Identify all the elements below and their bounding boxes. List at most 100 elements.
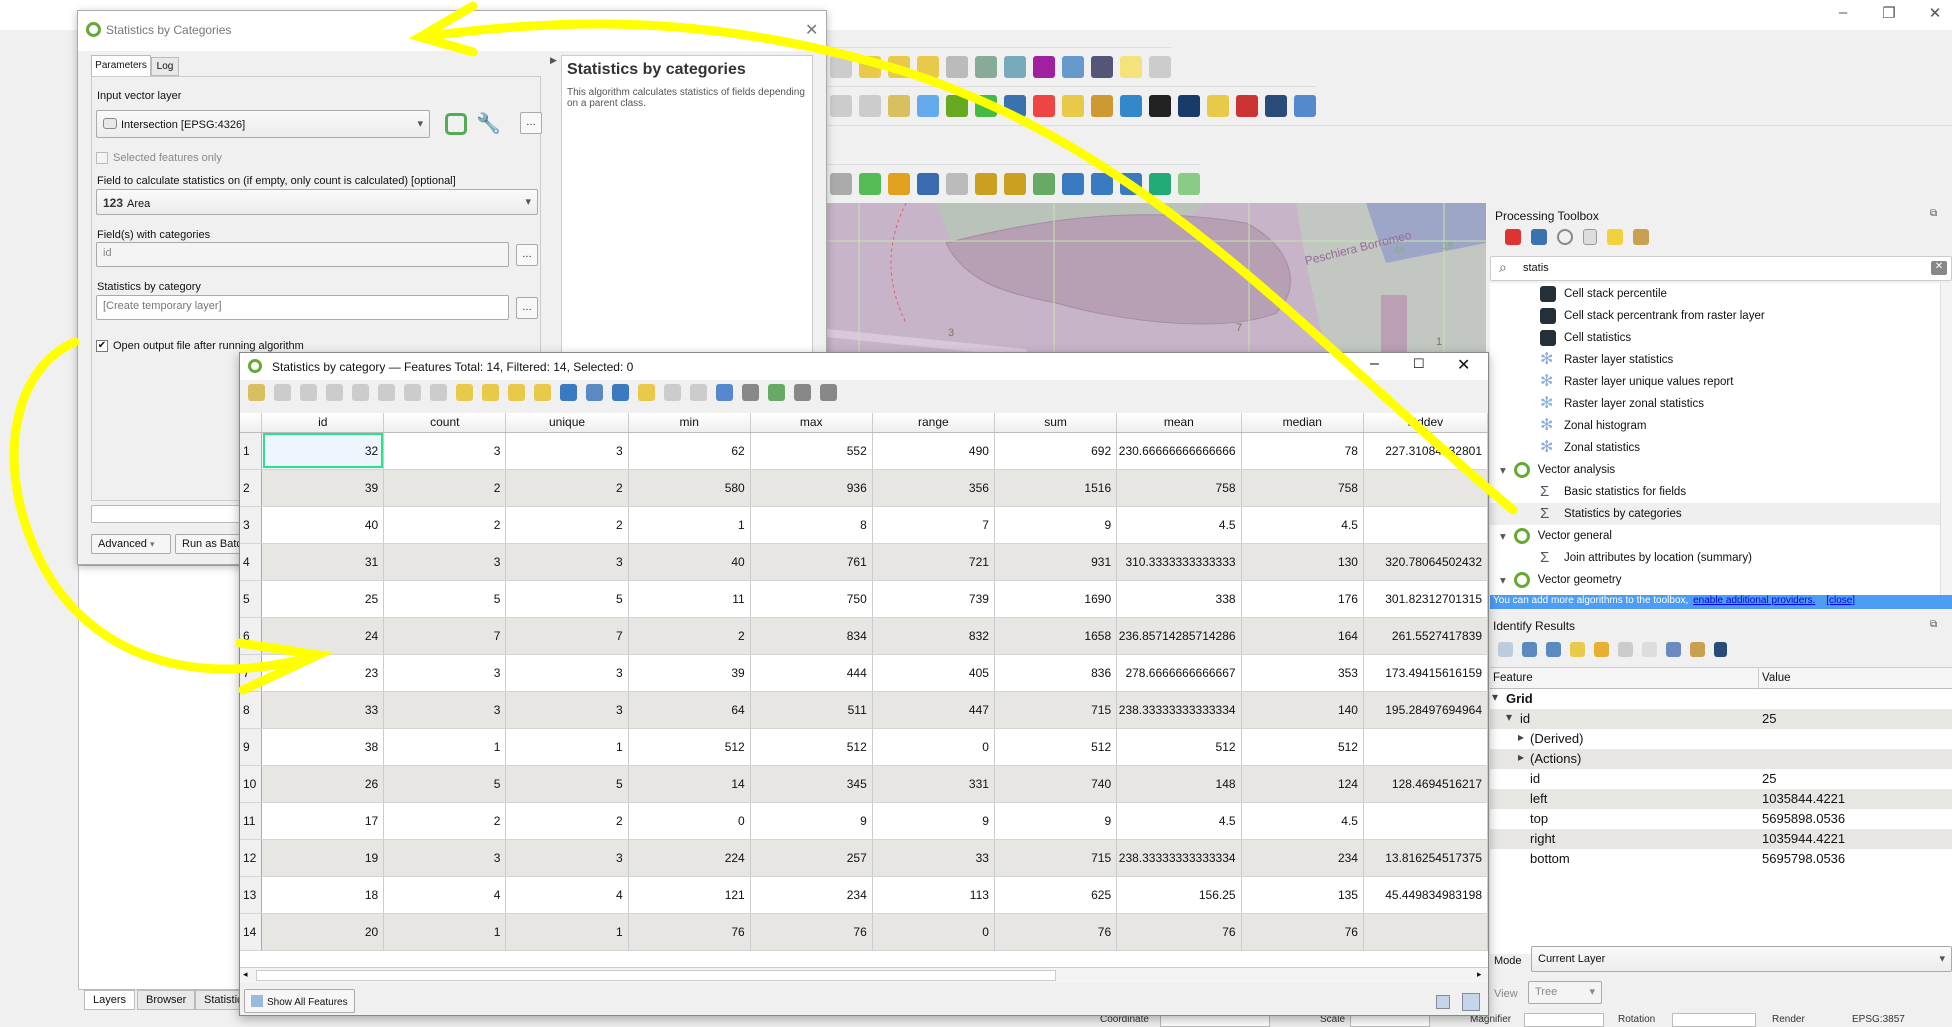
grid-icon[interactable]: [1149, 94, 1171, 117]
identify-row[interactable]: ▸ (Actions): [1490, 749, 1952, 769]
expand-arrow-icon[interactable]: ▸: [1518, 750, 1524, 764]
tab-layers[interactable]: Layers: [84, 990, 136, 1010]
cell-count[interactable]: 5: [383, 580, 507, 618]
cell-unique[interactable]: 3: [505, 543, 629, 581]
cell-min[interactable]: 62: [628, 432, 751, 470]
cell-count[interactable]: 2: [383, 469, 507, 507]
field-calculator-icon[interactable]: [716, 384, 733, 401]
cell-count[interactable]: 4: [383, 876, 507, 914]
cell-mean[interactable]: 310.3333333333333: [1116, 543, 1242, 581]
minimize-button[interactable]: –: [1828, 4, 1858, 21]
scroll-right-icon[interactable]: ▸: [1477, 969, 1482, 980]
cell-mean[interactable]: 4.5: [1116, 506, 1242, 544]
expression-select-icon[interactable]: [456, 384, 473, 401]
collapse-help-icon[interactable]: ▶: [550, 55, 557, 66]
cell-id[interactable]: 23: [261, 654, 385, 692]
cell-sum[interactable]: 512: [994, 728, 1118, 766]
rotation-field[interactable]: [1672, 1013, 1756, 1027]
table-row[interactable]: 9 38 1 1 512 512 0 512 512 512: [240, 728, 1488, 766]
cell-count[interactable]: 3: [383, 432, 507, 470]
copy-icon[interactable]: [1618, 642, 1633, 657]
table-row[interactable]: 2 39 2 2 580 936 356 1516 758 758: [240, 469, 1488, 507]
edit-features-icon[interactable]: [1607, 229, 1623, 245]
statistical-summary-icon[interactable]: [1033, 55, 1055, 78]
row-header[interactable]: 4: [240, 543, 263, 581]
column-header-sum[interactable]: sum: [994, 413, 1118, 433]
cell-mean[interactable]: 758: [1116, 469, 1242, 507]
delete-field-icon[interactable]: [690, 384, 707, 401]
cell-mean[interactable]: 512: [1116, 728, 1242, 766]
zoom-search-icon[interactable]: [859, 172, 881, 195]
toolbox-item[interactable]: ✻ Raster layer unique values report: [1540, 374, 1733, 390]
cell-id[interactable]: 32: [261, 432, 385, 470]
label-pin-icon[interactable]: [830, 94, 852, 117]
algorithm-tree[interactable]: Cell stack percentile Cell stack percentr…: [1490, 283, 1952, 595]
show-all-features-button[interactable]: Show All Features: [244, 989, 355, 1013]
column-header-median[interactable]: median: [1241, 413, 1364, 433]
cell-stddev[interactable]: [1363, 802, 1488, 840]
clear-results-icon[interactable]: [1594, 642, 1609, 657]
cell-range[interactable]: 331: [872, 765, 995, 803]
map-tips-icon[interactable]: [1120, 55, 1142, 78]
cell-max[interactable]: 511: [750, 691, 873, 729]
cell-median[interactable]: 135: [1241, 876, 1364, 914]
style-icon[interactable]: [888, 172, 910, 195]
toolbox-item[interactable]: ✻ Zonal statistics: [1540, 440, 1640, 456]
form-view-icon[interactable]: [1436, 995, 1450, 1009]
identify-row[interactable]: top 5695898.0536: [1490, 809, 1952, 829]
cell-count[interactable]: 2: [383, 506, 507, 544]
cell-unique[interactable]: 2: [505, 802, 629, 840]
float-panel-icon[interactable]: ⧉: [1930, 619, 1937, 630]
row-header[interactable]: 8: [240, 691, 263, 729]
cell-stddev[interactable]: [1363, 913, 1488, 951]
cell-min[interactable]: 580: [628, 469, 751, 507]
cell-mean[interactable]: 230.66666666666666: [1116, 432, 1242, 470]
add-feature-icon[interactable]: [326, 384, 343, 401]
tools-icon[interactable]: [1033, 172, 1055, 195]
cell-stddev[interactable]: [1363, 506, 1488, 544]
cell-max[interactable]: 936: [750, 469, 873, 507]
cell-median[interactable]: 140: [1241, 691, 1364, 729]
options-wrench-icon[interactable]: [1633, 229, 1649, 245]
pan-to-selection-icon[interactable]: [612, 384, 629, 401]
cell-range[interactable]: 739: [872, 580, 995, 618]
column-header-id[interactable]: id: [261, 413, 385, 433]
print-icon[interactable]: [1642, 642, 1657, 657]
form-view-icon[interactable]: [820, 384, 837, 401]
filter-icon[interactable]: [560, 384, 577, 401]
row-header[interactable]: 13: [240, 876, 263, 914]
cell-range[interactable]: 832: [872, 617, 995, 655]
clear-search-icon[interactable]: ✕: [1931, 261, 1947, 275]
globe-green-icon[interactable]: [975, 94, 997, 117]
processing-toolbox-icon[interactable]: [1004, 55, 1026, 78]
cell-range[interactable]: 405: [872, 654, 995, 692]
cell-sum[interactable]: 1516: [994, 469, 1118, 507]
collapse-arrow-icon[interactable]: ▾: [1506, 710, 1512, 724]
cloud-upload-icon[interactable]: [946, 172, 968, 195]
output-options-button[interactable]: …: [516, 297, 538, 319]
map-sheet-icon[interactable]: [1178, 172, 1200, 195]
cloud-icon[interactable]: [917, 172, 939, 195]
field-select[interactable]: 123 Area ▾: [96, 189, 538, 215]
tab-parameters[interactable]: Parameters: [91, 55, 151, 76]
toolbox-item[interactable]: Cell stack percentile: [1540, 286, 1667, 302]
maximize-button[interactable]: ☐: [1413, 356, 1425, 372]
deselect-icon[interactable]: [859, 55, 881, 78]
toolbox-item[interactable]: ✻ Raster layer zonal statistics: [1540, 396, 1704, 412]
toggle-edit-icon[interactable]: [248, 384, 265, 401]
label-rotate-icon[interactable]: [859, 94, 881, 117]
select-all-icon[interactable]: [482, 384, 499, 401]
close-window-button[interactable]: ✕: [1920, 4, 1950, 22]
expand-arrow-icon[interactable]: ▸: [1518, 730, 1524, 744]
cell-mean[interactable]: 156.25: [1116, 876, 1242, 914]
row-header[interactable]: 1: [240, 432, 263, 470]
cell-max[interactable]: 9: [750, 802, 873, 840]
cut-icon[interactable]: [378, 384, 395, 401]
cell-mean[interactable]: 236.85714285714286: [1116, 617, 1242, 655]
cell-mean[interactable]: 338: [1116, 580, 1242, 618]
cell-stddev[interactable]: 320.78064502432: [1363, 543, 1488, 581]
cell-sum[interactable]: 9: [994, 506, 1118, 544]
python-icon[interactable]: [1004, 94, 1026, 117]
cell-count[interactable]: 5: [383, 765, 507, 803]
paste-icon[interactable]: [430, 384, 447, 401]
